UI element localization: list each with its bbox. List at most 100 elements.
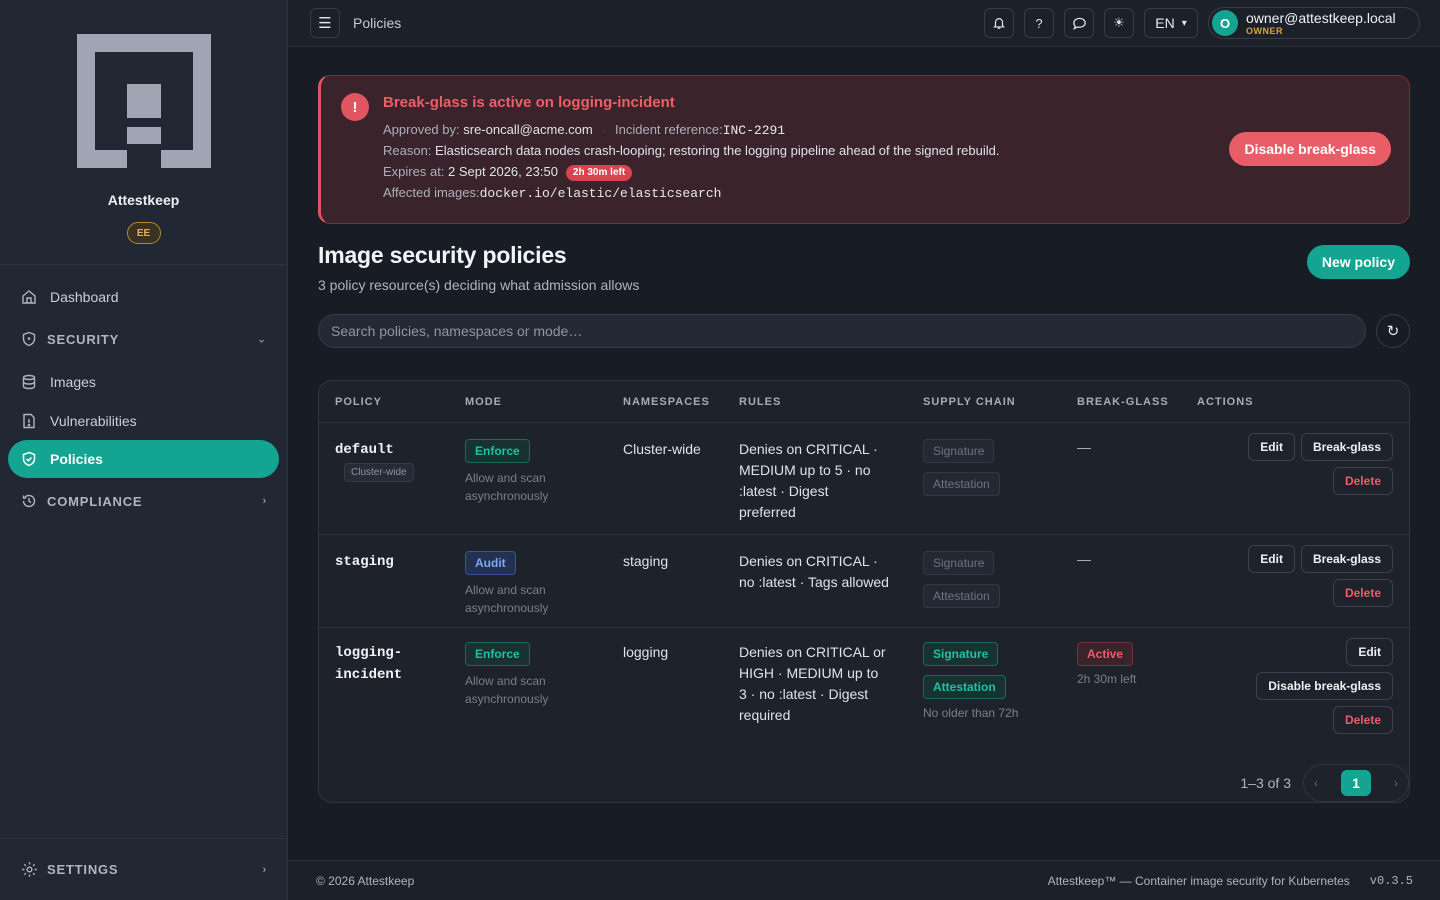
sidebar-item-vulnerabilities[interactable]: Vulnerabilities xyxy=(0,401,287,440)
edit-button[interactable]: Edit xyxy=(1346,638,1393,666)
shield-icon xyxy=(20,330,38,348)
footer-right: Attestkeep™ — Container image security f… xyxy=(1048,874,1413,888)
menu-toggle-button[interactable]: ☰ xyxy=(310,8,340,38)
column-header: NAMESPACES xyxy=(623,395,710,408)
incident-ref: INC-2291 xyxy=(722,123,786,138)
mode-badge: Enforce xyxy=(465,642,530,666)
mode-description: Allow and scan asynchronously xyxy=(465,471,549,503)
policy-name[interactable]: staging xyxy=(335,551,425,573)
table-row: logging-incident Enforce Allow and scan … xyxy=(319,628,1409,748)
images-label: Affected images: xyxy=(383,185,480,200)
break-glass-alert: ! Break-glass is active on logging-incid… xyxy=(318,75,1410,224)
edit-button[interactable]: Edit xyxy=(1248,545,1295,573)
theme-toggle-button[interactable]: ☀ xyxy=(1104,8,1134,38)
policy-cell: logging-incident xyxy=(319,642,465,748)
brand-area: Attestkeep EE xyxy=(0,0,287,265)
column-header: ACTIONS xyxy=(1197,395,1254,408)
table-row: staging Audit Allow and scan asynchronou… xyxy=(319,535,1409,628)
help-button[interactable]: ? xyxy=(1024,8,1054,38)
break-glass-button[interactable]: Break-glass xyxy=(1300,433,1393,461)
sidebar-item-policies[interactable]: Policies xyxy=(8,440,279,478)
disable-break-glass-button[interactable]: Disable break-glass xyxy=(1229,132,1391,166)
policy-name[interactable]: default xyxy=(335,439,425,461)
page-subtitle: 3 policy resource(s) deciding what admis… xyxy=(318,277,640,293)
notifications-button[interactable] xyxy=(984,8,1014,38)
file-warning-icon xyxy=(20,412,38,430)
namespaces: Cluster-wide xyxy=(623,441,701,457)
new-policy-button[interactable]: New policy xyxy=(1306,245,1410,279)
namespaces-cell: logging xyxy=(623,642,739,748)
user-info: owner@attestkeep.local OWNER xyxy=(1246,11,1396,36)
user-email: owner@attestkeep.local xyxy=(1246,9,1396,26)
table-row: default Cluster-wide Enforce Allow and s… xyxy=(319,423,1409,535)
policies-table: POLICY MODE NAMESPACES RULES SUPPLY CHAI… xyxy=(318,380,1410,803)
edit-button[interactable]: Edit xyxy=(1248,433,1295,461)
history-icon xyxy=(20,492,38,510)
reason-text: Elasticsearch data nodes crash-looping; … xyxy=(435,143,1000,158)
policy-name[interactable]: logging-incident xyxy=(335,642,425,686)
reason-label: Reason: xyxy=(383,143,432,158)
sidebar-section-security[interactable]: SECURITY ⌄ xyxy=(0,316,287,362)
mode-cell: Enforce Allow and scan asynchronously xyxy=(465,642,623,748)
break-glass-cell: Active 2h 30m left xyxy=(1077,642,1197,748)
pagination-count: 1–3 of 3 xyxy=(1240,775,1291,791)
language-select[interactable]: EN ▾ xyxy=(1144,8,1198,38)
sidebar-section-compliance[interactable]: COMPLIANCE › xyxy=(0,478,287,524)
rules-text: Denies on CRITICAL · MEDIUM up to 5 · no… xyxy=(739,441,878,520)
disable-break-glass-row-button[interactable]: Disable break-glass xyxy=(1256,672,1393,700)
mode-badge: Enforce xyxy=(465,439,530,463)
topbar-actions: ? ☀ EN ▾ O owner@attestkeep.local OWNER xyxy=(974,7,1420,39)
next-page-button[interactable]: › xyxy=(1394,776,1398,790)
breadcrumb: Policies xyxy=(353,15,402,31)
break-glass-button[interactable]: Break-glass xyxy=(1300,545,1393,573)
feedback-button[interactable] xyxy=(1064,8,1094,38)
column-header: SUPPLY CHAIN xyxy=(923,395,1016,408)
namespaces-cell: Cluster-wide xyxy=(623,439,739,534)
actions-cell: Edit Break-glass Delete xyxy=(1197,433,1409,534)
supply-chain-cell: Signature Attestation xyxy=(923,551,1077,627)
app-name: Attestkeep xyxy=(107,192,180,208)
prev-page-button[interactable]: ‹ xyxy=(1314,776,1318,790)
delete-button[interactable]: Delete xyxy=(1332,579,1393,607)
pagination: 1–3 of 3 ‹ 1 › xyxy=(1240,764,1409,802)
namespaces: logging xyxy=(623,644,669,660)
delete-button[interactable]: Delete xyxy=(1332,467,1393,495)
chat-bubble-icon xyxy=(1072,17,1086,30)
user-menu[interactable]: O owner@attestkeep.local OWNER xyxy=(1208,7,1420,39)
column-header: MODE xyxy=(465,395,502,408)
signature-badge: Signature xyxy=(923,439,995,463)
attestation-badge: Attestation xyxy=(923,472,1000,496)
sidebar-item-dashboard[interactable]: Dashboard xyxy=(0,277,287,316)
language-label: EN xyxy=(1155,15,1175,31)
approved-label: Approved by: xyxy=(383,122,460,137)
refresh-icon: ↻ xyxy=(1386,323,1400,340)
page-button-current[interactable]: 1 xyxy=(1341,770,1371,796)
time-left-badge: 2h 30m left xyxy=(565,165,633,181)
chevron-down-icon: ⌄ xyxy=(256,333,267,346)
sidebar-section-label: SECURITY xyxy=(47,331,120,347)
policy-cell: default Cluster-wide xyxy=(319,439,465,534)
sidebar-item-images[interactable]: Images xyxy=(0,362,287,401)
sidebar-nav: Dashboard SECURITY ⌄ Images Vulnerabilit… xyxy=(0,265,287,838)
column-header: RULES xyxy=(739,395,782,408)
delete-button[interactable]: Delete xyxy=(1332,706,1393,734)
rules-cell: Denies on CRITICAL or HIGH · MEDIUM up t… xyxy=(739,642,923,748)
approved-by: sre-oncall@acme.com xyxy=(463,122,593,137)
alert-icon: ! xyxy=(341,93,369,121)
separator-dot: · xyxy=(602,126,606,136)
chevron-right-icon: › xyxy=(262,863,267,876)
break-glass-cell: — xyxy=(1077,551,1197,627)
page-header: Image security policies 3 policy resourc… xyxy=(318,242,1410,320)
signature-badge: Signature xyxy=(923,551,995,575)
sidebar-item-settings[interactable]: SETTINGS › xyxy=(0,838,287,900)
sidebar-section-label: COMPLIANCE xyxy=(47,493,143,509)
page-content: ! Break-glass is active on logging-incid… xyxy=(288,47,1440,803)
table-header: POLICY MODE NAMESPACES RULES SUPPLY CHAI… xyxy=(319,381,1409,423)
mode-description: Allow and scan asynchronously xyxy=(465,674,549,706)
attestkeep-logo xyxy=(76,34,211,168)
expires-label: Expires at: xyxy=(383,164,445,179)
sun-icon: ☀ xyxy=(1113,15,1125,30)
policy-tag: Cluster-wide xyxy=(344,463,414,482)
gear-icon xyxy=(20,861,38,879)
home-icon xyxy=(20,288,38,306)
